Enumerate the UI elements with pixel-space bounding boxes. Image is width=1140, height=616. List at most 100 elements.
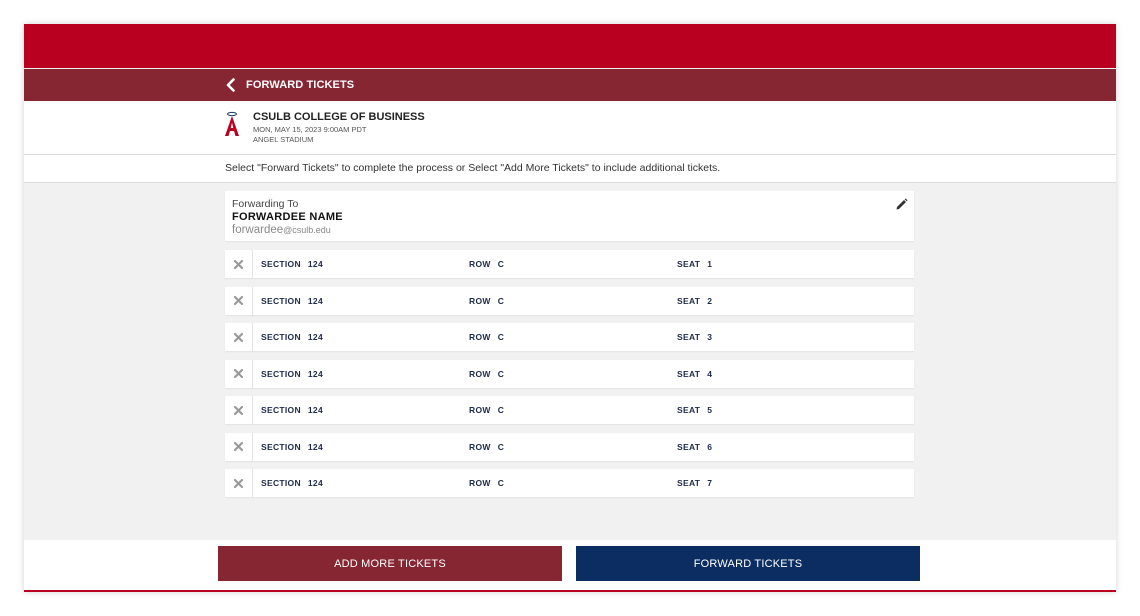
row-value: C <box>497 368 505 379</box>
ticket-row: SECTION 124 ROW C SEAT 3 <box>225 323 914 351</box>
seat-value: 4 <box>707 368 713 379</box>
row-cell: ROW C <box>469 259 504 269</box>
ticket-row: SECTION 124 ROW C SEAT 6 <box>225 432 914 461</box>
seat-label: SEAT <box>677 332 701 342</box>
ticket-row: SECTION 124 ROW C SEAT 5 <box>225 396 914 424</box>
row-value: C <box>497 332 505 342</box>
section-value: 124 <box>307 478 323 488</box>
row-label: ROW <box>469 405 491 415</box>
seat-label: SEAT <box>677 478 701 488</box>
row-label: ROW <box>469 478 491 488</box>
section-cell: SECTION 124 <box>261 478 323 488</box>
seat-cell: SEAT 5 <box>677 405 712 415</box>
section-value: 124 <box>307 332 323 342</box>
forwarding-label: Forwarding To <box>232 198 299 210</box>
event-venue: ANGEL STADIUM <box>253 135 314 144</box>
angels-logo <box>225 111 239 136</box>
top-brand-bar <box>24 24 1116 68</box>
row-cell: ROW C <box>469 332 504 342</box>
close-icon <box>234 478 243 488</box>
recipient-email: forwardee@csulb.edu <box>232 224 331 236</box>
ticket-row: SECTION 124 ROW C SEAT 2 <box>225 286 914 315</box>
page-header: FORWARD TICKETS <box>24 69 1116 101</box>
remove-ticket-button[interactable] <box>225 250 253 278</box>
section-label: SECTION <box>261 368 301 379</box>
row-cell: ROW C <box>469 405 504 415</box>
event-title: CSULB COLLEGE OF BUSINESS <box>253 111 425 123</box>
section-cell: SECTION 124 <box>261 259 323 269</box>
page-title: FORWARD TICKETS <box>246 79 355 91</box>
row-label: ROW <box>469 259 491 269</box>
instructions-bar: Select "Forward Tickets" to complete the… <box>24 155 1116 183</box>
seat-cell: SEAT 1 <box>677 259 712 269</box>
footer-accent-line <box>24 590 1116 592</box>
back-button[interactable]: FORWARD TICKETS <box>224 69 354 101</box>
section-value: 124 <box>307 405 323 415</box>
forwarding-recipient-card: Forwarding To FORWARDEE NAME forwardee@c… <box>225 191 914 241</box>
row-cell: ROW C <box>469 369 504 379</box>
section-label: SECTION <box>261 295 301 306</box>
remove-ticket-button[interactable] <box>225 432 253 461</box>
close-icon <box>234 259 243 269</box>
section-cell: SECTION 124 <box>261 405 323 415</box>
close-icon <box>234 296 243 305</box>
seat-cell: SEAT 2 <box>677 296 712 306</box>
row-label: ROW <box>469 332 491 342</box>
section-label: SECTION <box>261 441 301 452</box>
row-label: ROW <box>469 368 491 379</box>
seat-label: SEAT <box>677 295 701 306</box>
section-label: SECTION <box>261 259 301 269</box>
row-cell: ROW C <box>469 442 504 452</box>
section-label: SECTION <box>261 332 301 342</box>
close-icon <box>234 442 243 451</box>
add-more-tickets-button[interactable]: ADD MORE TICKETS <box>218 546 562 581</box>
seat-value: 7 <box>707 478 713 488</box>
seat-cell: SEAT 7 <box>677 478 712 488</box>
section-cell: SECTION 124 <box>261 442 323 452</box>
seat-cell: SEAT 3 <box>677 332 712 342</box>
ticket-row: SECTION 124 ROW C SEAT 4 <box>225 359 914 388</box>
close-icon <box>234 332 243 342</box>
seat-cell: SEAT 6 <box>677 442 712 452</box>
recipient-name: FORWARDEE NAME <box>232 211 343 223</box>
section-cell: SECTION 124 <box>261 369 323 379</box>
section-cell: SECTION 124 <box>261 296 323 306</box>
seat-value: 1 <box>707 259 713 269</box>
section-value: 124 <box>307 259 323 269</box>
seat-label: SEAT <box>677 441 701 452</box>
section-cell: SECTION 124 <box>261 332 323 342</box>
event-date: MON, MAY 15, 2023 9:00AM PDT <box>253 125 367 134</box>
section-label: SECTION <box>261 478 301 488</box>
close-icon <box>234 405 243 415</box>
row-value: C <box>497 405 505 415</box>
section-value: 124 <box>307 295 323 306</box>
row-value: C <box>497 259 505 269</box>
action-footer: ADD MORE TICKETS FORWARD TICKETS <box>24 540 1116 590</box>
remove-ticket-button[interactable] <box>225 323 253 351</box>
event-info: CSULB COLLEGE OF BUSINESS MON, MAY 15, 2… <box>24 101 1116 155</box>
row-value: C <box>497 441 505 452</box>
chevron-left-icon <box>226 78 235 92</box>
pencil-icon[interactable] <box>895 198 908 211</box>
seat-value: 5 <box>707 405 713 415</box>
seat-cell: SEAT 4 <box>677 369 712 379</box>
seat-value: 3 <box>707 332 713 342</box>
remove-ticket-button[interactable] <box>225 396 253 424</box>
seat-label: SEAT <box>677 405 701 415</box>
seat-value: 2 <box>707 295 713 306</box>
section-label: SECTION <box>261 405 301 415</box>
forward-tickets-button[interactable]: FORWARD TICKETS <box>576 546 920 581</box>
row-cell: ROW C <box>469 296 504 306</box>
instructions-text: Select "Forward Tickets" to complete the… <box>225 162 721 174</box>
remove-ticket-button[interactable] <box>225 469 253 497</box>
row-value: C <box>497 295 505 306</box>
ticket-row: SECTION 124 ROW C SEAT 1 <box>225 250 914 278</box>
close-icon <box>234 369 243 378</box>
remove-ticket-button[interactable] <box>225 286 253 315</box>
section-value: 124 <box>307 441 323 452</box>
seat-label: SEAT <box>677 368 701 379</box>
remove-ticket-button[interactable] <box>225 359 253 388</box>
ticket-forward-panel: FORWARD TICKETS CSULB COLLEGE OF BUSINES… <box>24 24 1116 592</box>
row-label: ROW <box>469 295 491 306</box>
ticket-row: SECTION 124 ROW C SEAT 7 <box>225 469 914 497</box>
